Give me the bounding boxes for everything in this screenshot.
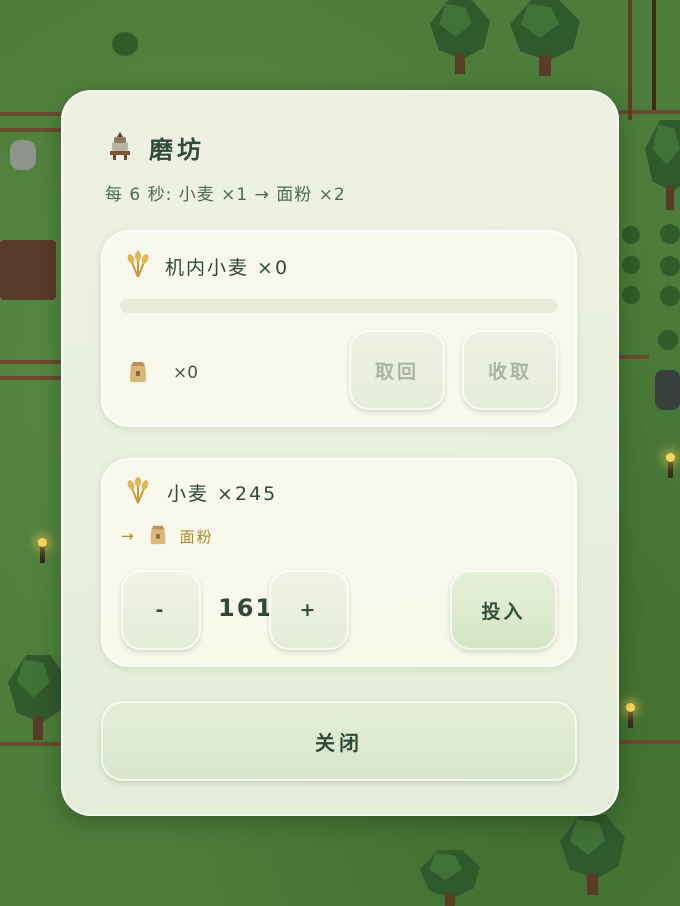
wheat-icon bbox=[125, 476, 151, 508]
conversion-rate-text: 每 6 秒: 小麦 ×1 → 面粉 ×2 bbox=[105, 185, 346, 205]
collect-button[interactable]: 收取 bbox=[462, 330, 558, 410]
decrease-button[interactable]: - bbox=[121, 570, 201, 650]
close-button[interactable]: 关闭 bbox=[101, 701, 577, 781]
quantity-value: 161 bbox=[218, 594, 275, 622]
retrieve-button[interactable]: 取回 bbox=[349, 330, 445, 410]
deposit-card: 小麦 ×245 → 面粉 - 161 + 投入 bbox=[101, 458, 577, 667]
machine-status-card: 机内小麦 ×0 ×0 取回 收取 bbox=[101, 230, 577, 427]
flour-output-count: ×0 bbox=[173, 363, 199, 383]
machine-input-row: 机内小麦 ×0 bbox=[125, 250, 289, 282]
tree bbox=[8, 655, 68, 740]
wheat-stock-row: 小麦 ×245 bbox=[125, 476, 277, 508]
mill-dialog: 磨坊 每 6 秒: 小麦 ×1 → 面粉 ×2 机内小麦 ×0 ×0 取回 收取… bbox=[61, 90, 619, 816]
increase-button[interactable]: + bbox=[269, 570, 349, 650]
processing-progress-bar bbox=[120, 299, 558, 313]
tree bbox=[430, 0, 490, 74]
product-label: 面粉 bbox=[179, 527, 214, 546]
millstone-icon bbox=[105, 131, 135, 165]
arrow-icon: → bbox=[121, 527, 136, 545]
machine-output-row: ×0 bbox=[125, 358, 198, 388]
tree bbox=[420, 850, 480, 906]
tree bbox=[560, 815, 625, 895]
page-title: 磨坊 bbox=[149, 136, 205, 164]
dialog-header: 磨坊 bbox=[105, 130, 205, 165]
product-row: → 面粉 bbox=[121, 522, 214, 550]
flour-sack-icon bbox=[146, 522, 170, 550]
wheat-stock-label: 小麦 ×245 bbox=[167, 482, 278, 505]
wheat-icon bbox=[125, 250, 151, 282]
flour-sack-icon bbox=[125, 358, 151, 388]
insert-button[interactable]: 投入 bbox=[450, 570, 557, 650]
tree bbox=[645, 120, 680, 210]
tree bbox=[510, 0, 580, 76]
machine-input-label: 机内小麦 ×0 bbox=[165, 256, 290, 279]
